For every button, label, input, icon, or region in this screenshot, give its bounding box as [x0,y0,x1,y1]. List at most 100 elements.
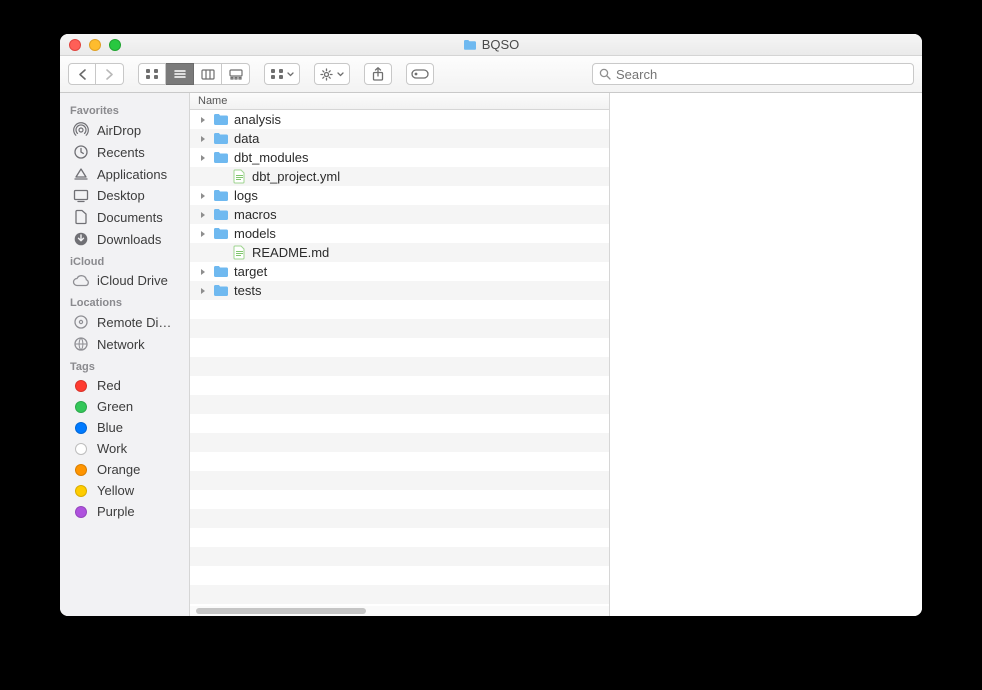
sidebar-item-label: Blue [97,420,123,435]
finder-window: BQSO [60,34,922,616]
sidebar-item[interactable]: Purple [60,501,189,522]
empty-row [190,471,609,490]
sidebar-item[interactable]: Desktop [60,185,189,206]
empty-row [190,547,609,566]
preview-pane [610,93,922,616]
file-row[interactable]: data [190,129,609,148]
sidebar-item[interactable]: Red [60,375,189,396]
gallery-view-button[interactable] [222,63,250,85]
tag-dot-icon [72,464,90,476]
disclosure-triangle-icon[interactable] [198,211,208,219]
empty-row [190,376,609,395]
disclosure-triangle-icon[interactable] [198,135,208,143]
file-list[interactable]: analysis data dbt_modules dbt_project.ymllo… [190,110,609,606]
column-header-name[interactable]: Name [190,93,609,110]
file-name: macros [234,207,277,222]
empty-row [190,395,609,414]
sidebar-item[interactable]: Blue [60,417,189,438]
view-mode-buttons [138,63,250,85]
folder-icon [212,113,230,126]
sidebar-item-label: Downloads [97,232,161,247]
share-button[interactable] [364,63,392,85]
action-menu-button[interactable] [314,63,350,85]
sidebar-item[interactable]: Downloads [60,228,189,250]
chevron-down-icon [287,72,294,77]
empty-row [190,300,609,319]
folder-icon [463,39,477,51]
forward-button[interactable] [96,63,124,85]
sidebar-item[interactable]: Recents [60,141,189,163]
file-name: README.md [252,245,329,260]
file-name: tests [234,283,261,298]
sidebar-item-icon [72,122,90,138]
search-input[interactable] [616,67,907,82]
file-row[interactable]: README.md [190,243,609,262]
tag-dot-icon [72,422,90,434]
sidebar-item-icon [72,209,90,225]
folder-icon [212,132,230,145]
disclosure-triangle-icon[interactable] [198,268,208,276]
file-row[interactable]: tests [190,281,609,300]
disclosure-triangle-icon[interactable] [198,154,208,162]
tag-icon [411,69,429,79]
file-row[interactable]: analysis [190,110,609,129]
file-row[interactable]: models [190,224,609,243]
sidebar-item-label: AirDrop [97,123,141,138]
empty-row [190,585,609,604]
tags-button[interactable] [406,63,434,85]
disclosure-triangle-icon[interactable] [198,116,208,124]
disclosure-triangle-icon[interactable] [198,230,208,238]
file-name: analysis [234,112,281,127]
sidebar-item[interactable]: Applications [60,163,189,185]
file-row[interactable]: dbt_project.yml [190,167,609,186]
sidebar-item[interactable]: Documents [60,206,189,228]
sidebar-item-icon [72,189,90,203]
sidebar-item[interactable]: Network [60,333,189,355]
sidebar-item[interactable]: Work [60,438,189,459]
disclosure-triangle-icon[interactable] [198,287,208,295]
sidebar-item[interactable]: iCloud Drive [60,270,189,291]
disclosure-triangle-icon[interactable] [198,192,208,200]
group-by-dropdown[interactable] [264,63,300,85]
sidebar-item[interactable]: AirDrop [60,119,189,141]
sidebar-item-icon [72,166,90,182]
titlebar: BQSO [60,34,922,56]
folder-icon [212,208,230,221]
icon-view-button[interactable] [138,63,166,85]
empty-row [190,357,609,376]
folder-icon [212,265,230,278]
sidebar-item[interactable]: Remote Di… [60,311,189,333]
back-button[interactable] [68,63,96,85]
sidebar-item[interactable]: Yellow [60,480,189,501]
chevron-down-icon [337,72,344,77]
file-name: dbt_project.yml [252,169,340,184]
file-row[interactable]: target [190,262,609,281]
file-row[interactable]: dbt_modules [190,148,609,167]
tag-dot-icon [72,380,90,392]
tag-dot-icon [72,443,90,455]
sidebar-item-label: Red [97,378,121,393]
file-row[interactable]: logs [190,186,609,205]
sidebar-item-label: Green [97,399,133,414]
horizontal-scrollbar[interactable] [190,606,609,616]
folder-icon [212,151,230,164]
file-name: dbt_modules [234,150,308,165]
empty-row [190,490,609,509]
nav-buttons [68,63,124,85]
folder-icon [212,189,230,202]
scrollbar-thumb[interactable] [196,608,366,614]
tag-dot-icon [72,506,90,518]
sidebar-item-label: Desktop [97,188,145,203]
sidebar-item[interactable]: Green [60,396,189,417]
file-row[interactable]: macros [190,205,609,224]
group-icon [270,68,284,80]
tag-dot-icon [72,485,90,497]
column-view-button[interactable] [194,63,222,85]
sidebar-item-label: Orange [97,462,140,477]
sidebar-item-label: Yellow [97,483,134,498]
file-name: models [234,226,276,241]
sidebar[interactable]: FavoritesAirDropRecentsApplicationsDeskt… [60,93,190,616]
list-view-button[interactable] [166,63,194,85]
search-field[interactable] [592,63,914,85]
sidebar-item[interactable]: Orange [60,459,189,480]
